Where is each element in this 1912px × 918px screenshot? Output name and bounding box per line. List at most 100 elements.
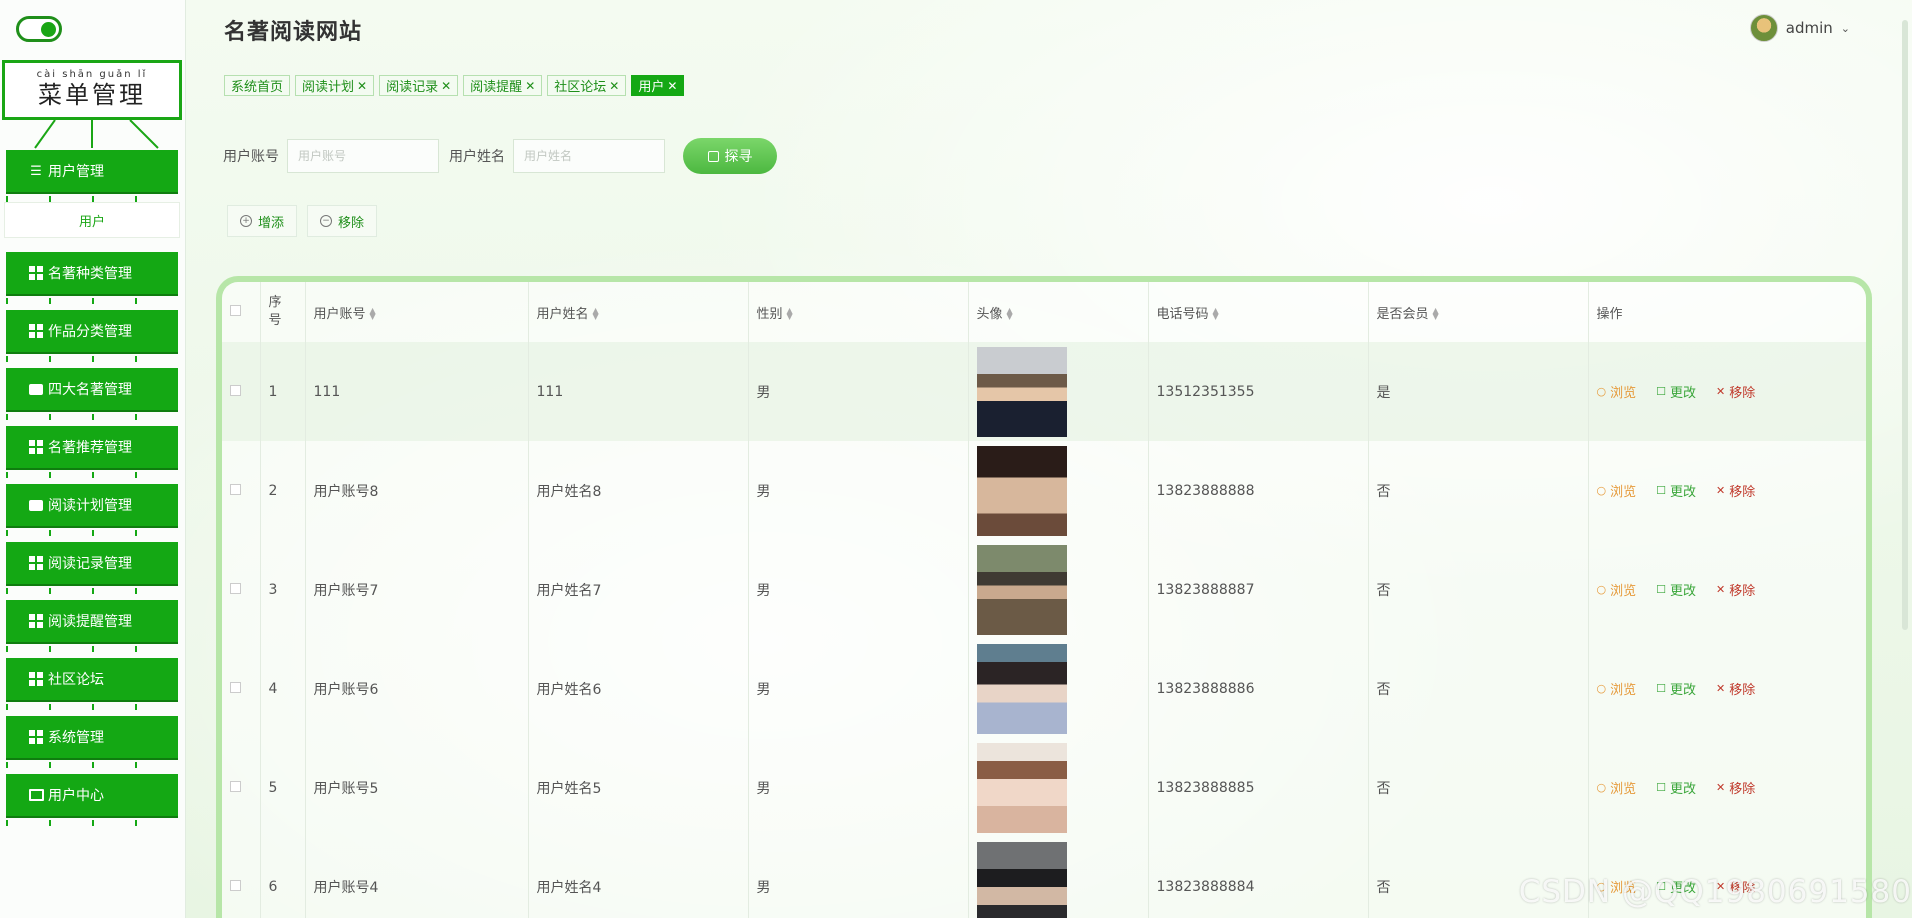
close-icon[interactable]: ✕ — [441, 79, 451, 93]
select-all-checkbox[interactable] — [230, 304, 241, 316]
view-button[interactable]: ○ 浏览 — [1597, 778, 1637, 797]
view-label: 浏览 — [1610, 485, 1637, 500]
close-icon[interactable]: ✕ — [357, 79, 367, 93]
tab-0[interactable]: 系统首页 — [224, 75, 291, 96]
remove-button[interactable]: − 移除 — [307, 205, 378, 237]
edit-button[interactable]: ☐ 更改 — [1656, 580, 1696, 599]
cell-name: 用户姓名6 — [528, 639, 749, 738]
sort-icon[interactable]: ▲ ▼ — [787, 307, 793, 321]
cell-index: 4 — [260, 639, 306, 738]
row-checkbox[interactable] — [230, 384, 241, 396]
cell-gender: 男 — [748, 738, 969, 837]
close-icon[interactable]: ✕ — [609, 79, 619, 93]
sidebar-item-label: 用户中心 — [48, 788, 104, 804]
edit-icon: ☐ — [1656, 385, 1666, 398]
header-member[interactable]: 是否会员 ▲ ▼ — [1368, 282, 1589, 342]
row-checkbox[interactable] — [230, 681, 241, 693]
sidebar-item-7[interactable]: 阅读提醒管理 — [6, 600, 178, 652]
sidebar-item-6[interactable]: 阅读记录管理 — [6, 542, 178, 594]
row-checkbox[interactable] — [230, 483, 241, 495]
edit-label: 更改 — [1670, 584, 1697, 599]
user-name[interactable]: admin — [1786, 19, 1833, 37]
edit-button[interactable]: ☐ 更改 — [1656, 481, 1696, 500]
sidebar-item-9[interactable]: 系统管理 — [6, 716, 178, 768]
menu-connector-lines — [34, 120, 159, 149]
sidebar-item-label: 四大名著管理 — [48, 382, 132, 398]
delete-button[interactable]: ✕ 移除 — [1716, 481, 1755, 500]
edit-button[interactable]: ☐ 更改 — [1656, 778, 1696, 797]
sidebar-item-label: 阅读记录管理 — [48, 556, 132, 572]
name-search-input[interactable] — [513, 139, 665, 173]
tab-1[interactable]: 阅读计划 ✕ — [295, 75, 375, 96]
view-button[interactable]: ○ 浏览 — [1597, 679, 1637, 698]
close-icon[interactable]: ✕ — [525, 79, 535, 93]
view-button[interactable]: ○ 浏览 — [1597, 481, 1637, 500]
tab-4[interactable]: 社区论坛 ✕ — [547, 75, 627, 96]
delete-button[interactable]: ✕ 移除 — [1716, 679, 1755, 698]
sort-icon[interactable]: ▲ ▼ — [1213, 307, 1219, 321]
header-phone[interactable]: 电话号码 ▲ ▼ — [1148, 282, 1369, 342]
sort-icon[interactable]: ▲ ▼ — [370, 307, 376, 321]
edit-button[interactable]: ☐ 更改 — [1656, 679, 1696, 698]
sidebar-subitem-user[interactable]: 用户 — [4, 202, 180, 238]
search-button[interactable]: 探寻 — [683, 138, 777, 174]
row-checkbox[interactable] — [230, 582, 241, 594]
cell-avatar — [968, 540, 1149, 639]
table-row[interactable]: 5 用户账号5 用户姓名5 男 13823888885 否 ○ 浏览 ☐ 更改 ✕ 移除 — [222, 738, 1866, 837]
close-icon: ✕ — [1716, 385, 1726, 398]
view-button[interactable]: ○ 浏览 — [1597, 580, 1637, 599]
sidebar-item-5[interactable]: 阅读计划管理 — [6, 484, 178, 536]
table-row[interactable]: 1 111 111 男 13512351355 是 ○ 浏览 ☐ 更改 ✕ 移除 — [222, 342, 1866, 441]
tab-5[interactable]: 用户 ✕ — [631, 75, 685, 96]
sidebar-item-0[interactable]: ☰ 用户管理 — [6, 150, 178, 202]
edit-button[interactable]: ☐ 更改 — [1656, 382, 1696, 401]
sidebar-item-2[interactable]: 作品分类管理 — [6, 310, 178, 362]
row-checkbox[interactable] — [230, 780, 241, 792]
user-avatar-image — [976, 742, 1067, 833]
header-account[interactable]: 用户账号 ▲ ▼ — [305, 282, 529, 342]
header-avatar[interactable]: 头像 ▲ ▼ — [968, 282, 1149, 342]
add-button[interactable]: + 增添 — [227, 205, 298, 237]
row-checkbox[interactable] — [230, 879, 241, 891]
sidebar-item-label: 名著种类管理 — [48, 266, 132, 282]
sort-icon[interactable]: ▲ ▼ — [1007, 307, 1013, 321]
user-avatar-image — [976, 346, 1067, 437]
sidebar-toggle[interactable] — [16, 16, 62, 42]
sidebar-item-4[interactable]: 名著推荐管理 — [6, 426, 178, 478]
tab-label: 阅读记录 — [386, 80, 439, 95]
select-all-cell — [222, 282, 261, 342]
page-scrollbar[interactable] — [1902, 20, 1908, 630]
view-button[interactable]: ○ 浏览 — [1597, 382, 1637, 401]
user-menu[interactable]: admin ⌄ — [1749, 14, 1850, 42]
sidebar-item-10[interactable]: 用户中心 — [6, 774, 178, 826]
user-avatar[interactable] — [1749, 14, 1778, 42]
delete-button[interactable]: ✕ 移除 — [1716, 580, 1755, 599]
cell-phone: 13823888888 — [1148, 441, 1369, 540]
sort-icon[interactable]: ▲ ▼ — [1433, 307, 1439, 321]
cell-name: 用户姓名8 — [528, 441, 749, 540]
tab-3[interactable]: 阅读提醒 ✕ — [463, 75, 543, 96]
user-avatar-image — [976, 841, 1067, 918]
tab-2[interactable]: 阅读记录 ✕ — [379, 75, 459, 96]
table-row[interactable]: 2 用户账号8 用户姓名8 男 13823888888 否 ○ 浏览 ☐ 更改 ✕ 移除 — [222, 441, 1866, 540]
sidebar-item-1[interactable]: 名著种类管理 — [6, 252, 178, 304]
sidebar-item-8[interactable]: 社区论坛 — [6, 658, 178, 710]
delete-button[interactable]: ✕ 移除 — [1716, 778, 1755, 797]
cell-avatar — [968, 837, 1149, 918]
account-search-input[interactable] — [287, 139, 439, 173]
close-icon[interactable]: ✕ — [667, 79, 677, 93]
table-row[interactable]: 4 用户账号6 用户姓名6 男 13823888886 否 ○ 浏览 ☐ 更改 ✕ 移除 — [222, 639, 1866, 738]
sidebar-item-3[interactable]: 四大名著管理 — [6, 368, 178, 420]
chevron-down-icon[interactable]: ⌄ — [1841, 22, 1850, 35]
delete-label: 移除 — [1729, 782, 1756, 797]
header-name[interactable]: 用户姓名 ▲ ▼ — [528, 282, 749, 342]
delete-button[interactable]: ✕ 移除 — [1716, 382, 1755, 401]
tab-label: 社区论坛 — [554, 80, 607, 95]
watermark: CSDN @QQ1980691580 — [1518, 874, 1912, 910]
header-gender[interactable]: 性别 ▲ ▼ — [748, 282, 969, 342]
remove-button-label: 移除 — [338, 215, 365, 231]
sort-icon[interactable]: ▲ ▼ — [593, 307, 599, 321]
edit-label: 更改 — [1670, 683, 1697, 698]
cell-avatar — [968, 441, 1149, 540]
table-row[interactable]: 3 用户账号7 用户姓名7 男 13823888887 否 ○ 浏览 ☐ 更改 ✕ 移除 — [222, 540, 1866, 639]
